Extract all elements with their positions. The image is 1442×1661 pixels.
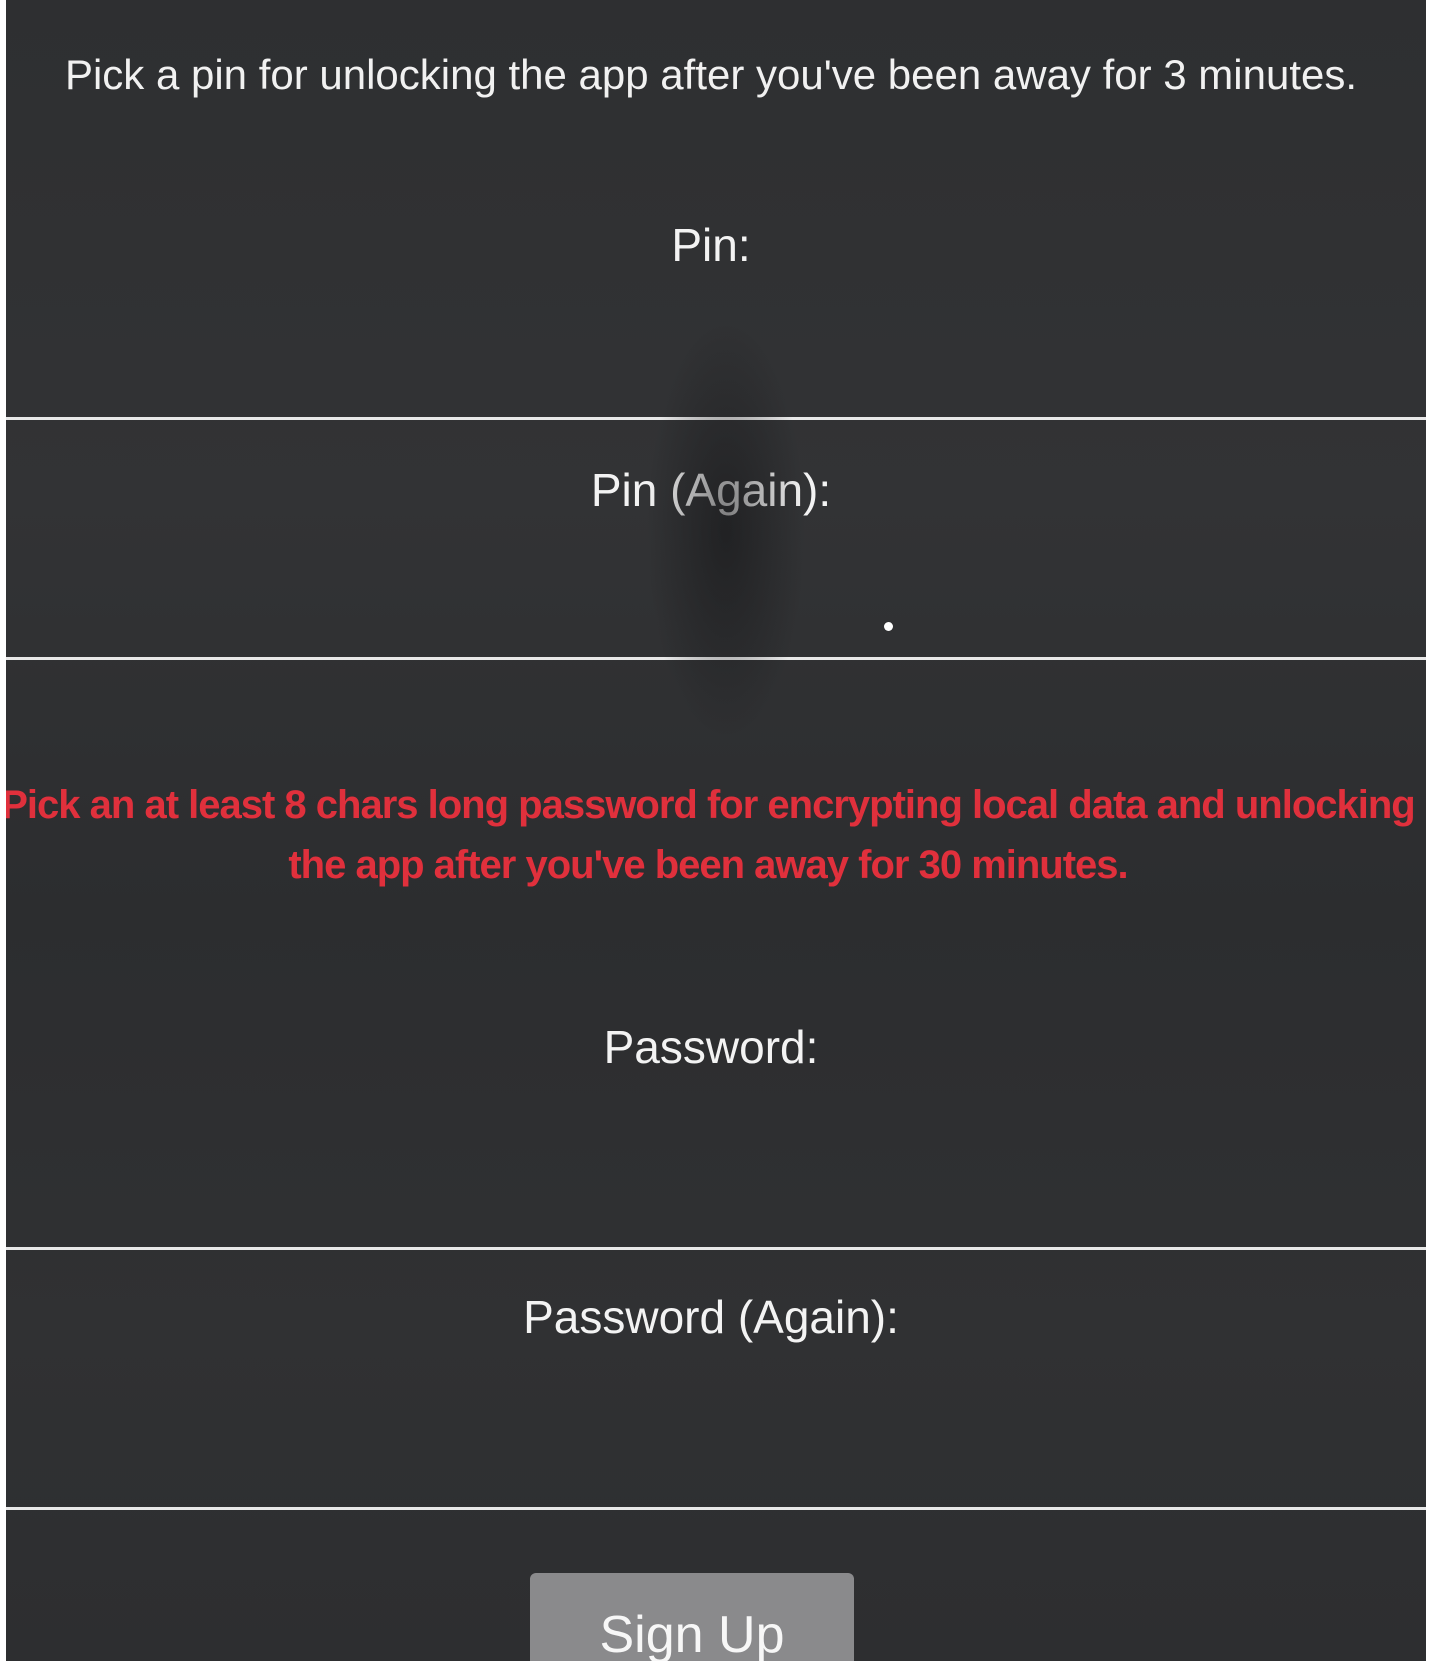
password-again-label: Password (Again): — [523, 1291, 899, 1343]
screen-speck — [884, 622, 893, 631]
pin-again-label: Pin (Again): — [590, 464, 832, 516]
signup-screen: Pick a pin for unlocking the app after y… — [6, 0, 1426, 1661]
password-again-input[interactable] — [6, 1450, 1426, 1510]
pin-again-input[interactable] — [6, 600, 1426, 660]
sign-up-button[interactable]: Sign Up — [530, 1573, 854, 1661]
password-instructions: Pick an at least 8 chars long password f… — [6, 783, 1416, 887]
pin-input[interactable] — [6, 360, 1426, 420]
pin-instructions: Pick a pin for unlocking the app after y… — [64, 51, 1358, 98]
password-label: Password: — [603, 1021, 819, 1073]
pin-label: Pin: — [671, 219, 751, 271]
password-input[interactable] — [6, 1190, 1426, 1250]
